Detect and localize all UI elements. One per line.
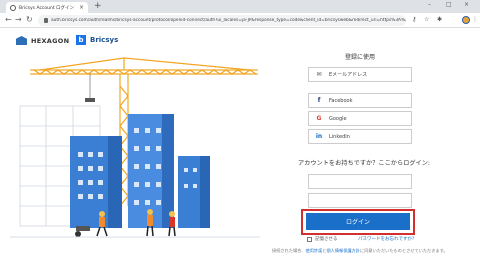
footer-consent: 接続された場合、使用許諾と個人情報保護方針に同意いただいたものとさせていただきま… xyxy=(272,248,448,254)
tab-title: Bricsys Account ログイン xyxy=(19,5,75,11)
browser-tab-bar: Bricsys Account ログイン × + – □ × xyxy=(0,0,480,13)
login-button[interactable]: ログイン xyxy=(306,213,410,230)
construction-illustration xyxy=(10,57,260,238)
footer-suffix: に同意いただいたものとさせていただきます。 xyxy=(360,248,448,253)
bricsys-logo-icon: b xyxy=(76,35,86,45)
remember-checkbox[interactable] xyxy=(307,236,312,242)
back-icon[interactable]: ← xyxy=(5,15,12,25)
hexagon-logo-text: HEXAGON xyxy=(31,36,70,45)
remember-me[interactable]: 記憶させる xyxy=(307,236,338,242)
google-signup-button[interactable]: G Google xyxy=(308,111,412,126)
facebook-signup-button[interactable]: f Facebook xyxy=(308,93,412,108)
terms-link[interactable]: 使用許諾 xyxy=(306,248,323,253)
bricsys-logo-text: Bricsys xyxy=(90,36,119,44)
privacy-link[interactable]: 個人情報保護方針 xyxy=(326,248,360,253)
forward-icon[interactable]: → xyxy=(15,15,22,25)
menu-dots-icon[interactable]: ⋮ xyxy=(472,16,478,24)
email-signup-button[interactable]: ✉ Eメールアドレス xyxy=(308,67,412,82)
facebook-icon: f xyxy=(317,97,321,104)
remember-label: 記憶させる xyxy=(315,237,338,242)
password-field[interactable] xyxy=(308,193,412,208)
hexagon-logo: HEXAGON xyxy=(16,36,69,45)
url-field[interactable]: auth.bricsys.com/auth/realms/bricsys-acc… xyxy=(38,15,406,26)
profile-avatar[interactable] xyxy=(462,16,470,24)
key-icon[interactable]: ⚷ xyxy=(412,16,416,24)
email-icon: ✉ xyxy=(316,71,322,78)
new-tab-icon[interactable]: + xyxy=(94,1,102,12)
favicon-icon xyxy=(10,4,16,11)
maximize-icon[interactable]: □ xyxy=(446,1,452,8)
email-signup-label: Eメールアドレス xyxy=(329,72,368,78)
hexagon-logo-icon xyxy=(16,36,27,45)
minimize-icon[interactable]: – xyxy=(428,1,431,8)
forgot-password-link[interactable]: パスワードをお忘れですか? xyxy=(358,236,414,242)
window-close-icon[interactable]: × xyxy=(464,1,469,8)
login-prompt: アカウントをお持ちですか？ここからログイン: xyxy=(298,160,431,167)
extension-icon[interactable]: ✱ xyxy=(437,16,442,24)
linkedin-signup-label: LinkedIn xyxy=(329,133,350,140)
login-panel-title: 登録に使用 xyxy=(344,54,375,61)
lock-icon xyxy=(44,18,48,23)
bricsys-logo: b Bricsys xyxy=(76,35,118,45)
google-icon: G xyxy=(316,115,322,122)
address-bar: ← → ↻ auth.bricsys.com/auth/realms/brics… xyxy=(0,13,480,28)
star-icon[interactable]: ☆ xyxy=(424,16,429,24)
facebook-signup-label: Facebook xyxy=(329,97,353,104)
username-field[interactable] xyxy=(308,174,412,189)
browser-tab[interactable]: Bricsys Account ログイン × xyxy=(6,2,88,13)
reload-icon[interactable]: ↻ xyxy=(26,15,33,25)
footer-prefix: 接続された場合、 xyxy=(272,248,306,253)
linkedin-signup-button[interactable]: in LinkedIn xyxy=(308,129,412,144)
google-signup-label: Google xyxy=(329,115,347,122)
url-text: auth.bricsys.com/auth/realms/bricsys-acc… xyxy=(51,18,406,23)
linkedin-icon: in xyxy=(315,133,323,140)
crane-hook xyxy=(85,98,95,102)
tab-close-icon[interactable]: × xyxy=(79,4,84,11)
